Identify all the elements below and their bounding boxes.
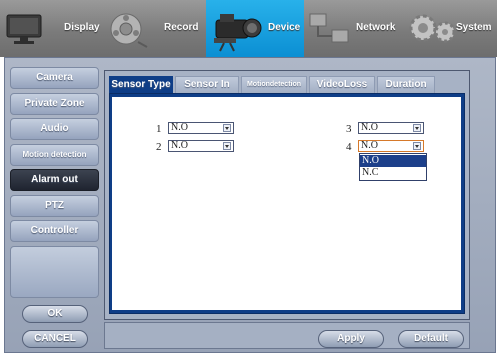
tab-motion-detection[interactable]: Motiondetection [241, 76, 307, 94]
sensor-2-label: 2 [156, 141, 162, 153]
nav-device-label: Device [268, 22, 301, 33]
tab-video-loss[interactable]: VideoLoss [309, 76, 375, 94]
sidebar-empty-area [10, 246, 99, 298]
sensor-1-label: 1 [156, 123, 162, 135]
sensor-3-label: 3 [346, 123, 352, 135]
sidebar-item-label: PTZ [45, 200, 64, 211]
sidebar-item-label: Audio [40, 123, 69, 134]
sensor-2-value: N.O [171, 140, 188, 151]
chevron-down-icon [223, 142, 231, 150]
nav-system-label: System [456, 22, 492, 33]
sensor-4-select[interactable]: N.O [358, 140, 424, 152]
sidebar-item-label: Alarm out [31, 174, 78, 185]
camcorder-icon [214, 14, 262, 52]
apply-button[interactable]: Apply [318, 330, 384, 348]
sidebar-item-controller[interactable]: Controller [10, 220, 99, 242]
nav-network[interactable]: Network [304, 0, 404, 57]
reel-icon [110, 13, 148, 48]
chevron-down-icon [413, 124, 421, 132]
sensor-2-select[interactable]: N.O [168, 140, 234, 152]
tab-sensor-type[interactable]: Sensor Type [109, 76, 173, 94]
default-button[interactable]: Default [398, 330, 464, 348]
sidebar-item-ptz[interactable]: PTZ [10, 195, 99, 217]
dvr-device-settings-window: { "top_nav": { "items": [ {"label": "Dis… [0, 0, 497, 354]
sidebar-item-alarm-out[interactable]: Alarm out [10, 169, 99, 191]
sidebar-item-label: Private Zone [24, 98, 85, 109]
sensor-3-select[interactable]: N.O [358, 122, 424, 134]
sidebar-item-label: Controller [30, 225, 79, 236]
monitor-icon [6, 14, 42, 44]
chevron-down-icon [223, 124, 231, 132]
sensor-4-dropdown-list: N.O N.C [359, 153, 427, 181]
nav-display[interactable]: Display [0, 0, 104, 57]
network-icon [309, 13, 349, 43]
sensor-1-value: N.O [171, 122, 188, 133]
dropdown-option-nc[interactable]: N.C [360, 167, 426, 179]
sidebar-item-camera[interactable]: Camera [10, 67, 99, 89]
gears-icon [409, 14, 456, 43]
nav-record[interactable]: Record [104, 0, 206, 57]
nav-display-label: Display [64, 22, 100, 33]
sidebar-item-label: Camera [36, 72, 73, 83]
chevron-down-icon [413, 142, 421, 150]
ok-button[interactable]: OK [22, 305, 88, 323]
nav-network-label: Network [356, 22, 396, 33]
settings-content-panel: Sensor Type Sensor In Motiondetection Vi… [104, 70, 470, 320]
top-navigation-bar: Display Record Device Network System [0, 0, 497, 57]
dropdown-option-no[interactable]: N.O [360, 155, 426, 167]
sidebar-item-label: Motion detection [22, 150, 87, 159]
cancel-button[interactable]: CANCEL [22, 330, 88, 348]
sensor-1-select[interactable]: N.O [168, 122, 234, 134]
nav-record-label: Record [164, 22, 199, 33]
tab-sensor-in[interactable]: Sensor In [175, 76, 239, 94]
sidebar-item-motion-detection[interactable]: Motion detection [10, 144, 99, 166]
sidebar-item-audio[interactable]: Audio [10, 118, 99, 140]
nav-device[interactable]: Device [206, 0, 304, 57]
nav-system[interactable]: System [404, 0, 497, 57]
sensor-4-value: N.O [361, 140, 378, 151]
sensor-4-label: 4 [346, 141, 352, 153]
sidebar-item-private-zone[interactable]: Private Zone [10, 93, 99, 115]
tab-duration[interactable]: Duration [377, 76, 435, 94]
sensor-3-value: N.O [361, 122, 378, 133]
